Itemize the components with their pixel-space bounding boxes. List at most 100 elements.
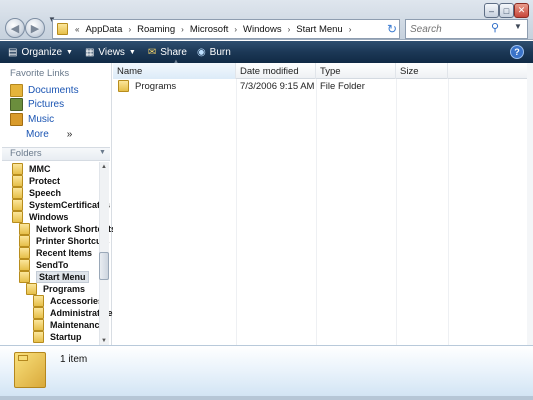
tree-item[interactable]: SendTo (19, 259, 68, 271)
breadcrumb-windows[interactable]: Windows (243, 24, 282, 35)
date-modified-cell: 7/3/2006 9:15 AM (240, 80, 315, 92)
pictures-icon (10, 97, 23, 111)
views-icon: ▦ (84, 46, 95, 58)
column-header-name[interactable]: Name (113, 63, 236, 79)
folder-icon (19, 271, 30, 283)
tree-item-label: Speech (29, 188, 62, 198)
breadcrumb-roaming[interactable]: Roaming (137, 24, 175, 35)
music-icon (10, 112, 23, 126)
organize-icon: ▤ (8, 46, 18, 58)
file-name-cell[interactable]: Programs (118, 79, 176, 93)
folder-icon (12, 163, 23, 175)
back-button[interactable]: ◀ (5, 18, 25, 38)
help-button[interactable]: ? (510, 45, 524, 59)
file-name: Programs (135, 80, 177, 92)
window-edge (527, 63, 533, 345)
folder-icon (19, 235, 30, 247)
favorite-links-title: Favorite Links (10, 68, 70, 79)
close-button[interactable]: ✕ (514, 3, 529, 18)
folder-icon (12, 187, 23, 199)
tree-item[interactable]: Windows (12, 211, 68, 223)
column-header-size[interactable]: Size (396, 63, 448, 79)
burn-button[interactable]: ◉ Burn (197, 47, 231, 58)
tree-item[interactable]: Accessories (33, 295, 103, 307)
favorite-more[interactable]: More » (26, 127, 72, 141)
folders-title: Folders (10, 148, 42, 159)
organize-label: Organize (21, 46, 63, 58)
minimize-button[interactable]: – (484, 3, 499, 18)
tree-item[interactable]: Start Menu (19, 271, 89, 283)
double-chevron-icon: » (66, 128, 73, 140)
favorite-music[interactable]: Music (10, 112, 54, 126)
documents-icon (10, 83, 23, 97)
breadcrumb-separator-icon[interactable]: › (181, 25, 184, 34)
breadcrumb-separator-icon[interactable]: › (128, 25, 131, 34)
share-icon: ✉ (147, 46, 157, 58)
tree-item[interactable]: SystemCertificates (12, 199, 110, 211)
folder-icon (118, 80, 129, 92)
tree-item-label: Windows (29, 212, 69, 222)
search-dropdown-icon[interactable]: ▼ (514, 22, 524, 34)
tree-item-label: Accessories (50, 296, 104, 306)
refresh-icon[interactable]: ↻ (383, 20, 401, 38)
views-button[interactable]: ▦ Views ▼ (85, 47, 136, 58)
folder-icon (19, 259, 30, 271)
scrollbar-thumb[interactable] (99, 252, 109, 280)
breadcrumb-separator-icon[interactable]: › (288, 25, 291, 34)
overflow-chevron-icon[interactable]: « (75, 25, 79, 34)
column-divider (448, 79, 449, 345)
tree-item-label: Maintenance (50, 320, 105, 330)
command-bar: ▤ Organize ▼ ▦ Views ▼ ✉ Share ◉ Burn (0, 41, 533, 63)
tree-item-label: Startup (50, 332, 82, 342)
views-label: Views (98, 46, 125, 58)
folder-icon (57, 23, 68, 35)
tree-item[interactable]: Protect (12, 175, 60, 187)
tree-item[interactable]: Maintenance (33, 319, 105, 331)
tree-item-label: Protect (29, 176, 61, 186)
favorite-label: Pictures (28, 98, 65, 110)
more-label: More (26, 128, 49, 140)
folder-icon (19, 223, 30, 235)
breadcrumb-appdata[interactable]: AppData (85, 24, 122, 35)
item-count: 1 item (60, 354, 88, 365)
share-button[interactable]: ✉ Share (148, 47, 187, 58)
tree-item-label: SendTo (36, 260, 69, 270)
back-arrow-icon: ◀ (10, 22, 20, 35)
tree-item-label: Start Menu (36, 271, 89, 283)
breadcrumb-microsoft[interactable]: Microsoft (190, 24, 229, 35)
favorite-documents[interactable]: Documents (10, 83, 79, 97)
tree-item[interactable]: Speech (12, 187, 61, 199)
organize-button[interactable]: ▤ Organize ▼ (8, 47, 73, 58)
folder-icon (12, 211, 23, 223)
tree-item-label: MMC (29, 164, 51, 174)
breadcrumb-start-menu[interactable]: Start Menu (296, 24, 342, 35)
chevron-down-icon[interactable]: ▼ (99, 149, 108, 158)
tree-item[interactable]: Programs (26, 283, 85, 295)
burn-label: Burn (209, 46, 231, 58)
tree-item[interactable]: MMC (12, 163, 51, 175)
scroll-up-icon[interactable]: ▲ (99, 162, 109, 172)
forward-button[interactable]: ▶ (25, 18, 45, 38)
breadcrumb-separator-icon[interactable]: › (234, 25, 237, 34)
tree-item[interactable]: Startup (33, 331, 82, 343)
tree-item[interactable]: Printer Shortcuts (19, 235, 110, 247)
disc-icon: ◉ (196, 46, 206, 58)
column-divider (236, 79, 237, 345)
chevron-down-icon: ▼ (128, 48, 136, 56)
share-label: Share (160, 46, 187, 58)
search-icon[interactable]: ⚲ (491, 21, 505, 35)
tree-item[interactable]: Recent Items (19, 247, 92, 259)
chevron-down-icon: ▼ (66, 48, 73, 56)
address-bar[interactable]: « AppData › Roaming › Microsoft › Window… (52, 19, 400, 39)
favorite-label: Music (28, 113, 55, 125)
tree-item-label: Recent Items (36, 248, 93, 258)
folder-icon (26, 283, 37, 295)
maximize-button[interactable]: □ (499, 3, 514, 18)
tree-item-label: Programs (43, 284, 86, 294)
search-input[interactable] (405, 19, 528, 39)
folders-header[interactable]: Folders (2, 147, 110, 161)
column-header-date-modified[interactable]: Date modified (236, 63, 316, 79)
favorite-pictures[interactable]: Pictures (10, 97, 64, 111)
breadcrumb-separator-icon[interactable]: › (349, 25, 352, 34)
column-header-type[interactable]: Type (316, 63, 396, 79)
